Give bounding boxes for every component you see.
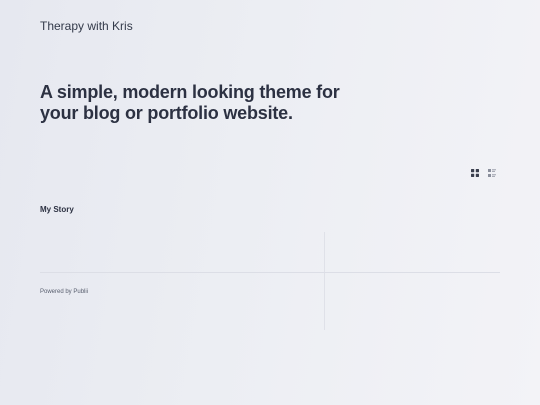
grid-view-button[interactable] [471, 169, 479, 177]
footer-divider [40, 272, 500, 273]
list-view-button[interactable] [488, 169, 496, 177]
view-toggle [471, 169, 496, 177]
list-view-icon [488, 169, 496, 177]
hero-heading: A simple, modern looking theme for your … [40, 82, 340, 123]
divider-vertical [324, 232, 325, 330]
post-link-my-story[interactable]: My Story [40, 205, 74, 214]
site-title-link[interactable]: Therapy with Kris [40, 19, 133, 33]
footer-credits: Powered by Publii [40, 289, 88, 295]
powered-by-label: Powered by [40, 289, 74, 295]
grid-view-icon [471, 169, 479, 177]
publii-link[interactable]: Publii [73, 289, 88, 295]
